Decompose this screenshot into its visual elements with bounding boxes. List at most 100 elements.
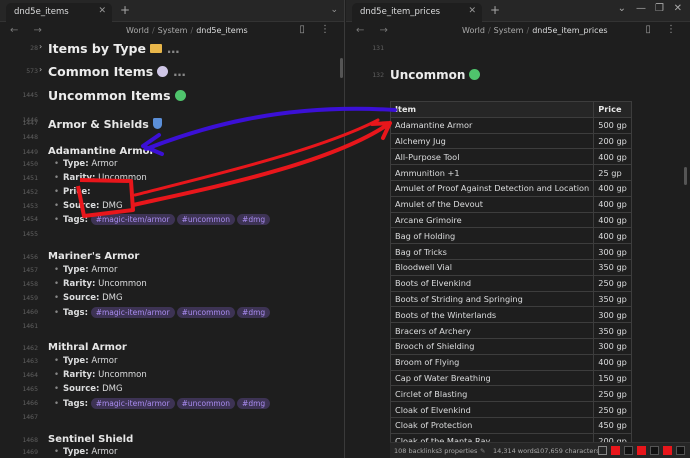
item-name-cell[interactable]: Boots of Elvenkind [389, 274, 595, 292]
item-name-cell[interactable]: Boots of the Winterlands [389, 306, 595, 324]
tag-pill[interactable]: #dmg [237, 307, 271, 318]
tab-dnd5e-item-prices[interactable]: dnd5e_item_prices ✕ [352, 3, 482, 22]
price-cell[interactable]: 500 gp [593, 116, 632, 134]
table-row[interactable]: Cloak of Elvenkind 250 gp [389, 401, 632, 418]
folded-ellipsis-icon[interactable]: … [173, 64, 186, 79]
item-name-cell[interactable]: Bag of Tricks [389, 243, 595, 260]
item-name-cell[interactable]: Ammunition +1 [389, 164, 595, 181]
status-square-icon[interactable] [598, 446, 607, 455]
table-row[interactable]: Circlet of Blasting 250 gp [389, 385, 632, 403]
black-square-icon[interactable] [624, 446, 633, 455]
item-name-cell[interactable]: Arcane Grimoire [389, 211, 595, 229]
left-scrollbar[interactable] [340, 58, 343, 78]
item-name-cell[interactable]: Brooch of Shielding [389, 337, 595, 355]
tag-pill[interactable]: #magic-item/armor [90, 214, 175, 225]
item-name-cell[interactable]: Bloodwell Vial [389, 258, 595, 276]
item-name-cell[interactable]: Cloak of Elvenkind [389, 401, 595, 418]
item-name-cell[interactable]: Cloak of Protection [389, 416, 595, 434]
price-cell[interactable]: 400 gp [593, 195, 632, 213]
item-name-cell[interactable]: Alchemy Jug [389, 132, 595, 150]
item-name-cell[interactable]: Bag of Holding [389, 227, 595, 245]
table-row[interactable]: Amulet of Proof Against Detection and Lo… [389, 179, 632, 197]
folded-ellipsis-icon[interactable]: … [167, 41, 180, 56]
tag-pill[interactable]: #dmg [237, 398, 271, 409]
fold-chevron-icon[interactable]: › [39, 42, 42, 51]
price-cell[interactable]: 250 gp [593, 274, 632, 292]
black-square-icon[interactable] [676, 446, 685, 455]
breadcrumb-system[interactable]: System [494, 26, 524, 35]
table-row[interactable]: Boots of the Winterlands 300 gp [389, 306, 632, 324]
tab-dnd5e-items[interactable]: dnd5e_items ✕ [6, 3, 112, 22]
price-cell[interactable]: 250 gp [593, 385, 632, 403]
breadcrumb-world[interactable]: World [126, 26, 149, 35]
column-header-item[interactable]: Item [389, 101, 595, 118]
price-cell[interactable]: 350 gp [593, 322, 632, 339]
price-cell[interactable]: 300 gp [593, 306, 632, 324]
table-row[interactable]: Bloodwell Vial 350 gp [389, 258, 632, 276]
red-square-icon[interactable] [663, 446, 672, 455]
table-row[interactable]: Boots of Elvenkind 250 gp [389, 274, 632, 292]
item-name-cell[interactable]: Cap of Water Breathing [389, 369, 595, 387]
tag-pill[interactable]: #magic-item/armor [90, 307, 175, 318]
red-square-icon[interactable] [611, 446, 620, 455]
breadcrumb-world[interactable]: World [462, 26, 485, 35]
price-cell[interactable]: 300 gp [593, 337, 632, 355]
tag-pill[interactable]: #uncommon [176, 214, 236, 225]
close-tab-icon[interactable]: ✕ [98, 6, 106, 16]
chevron-down-icon[interactable]: ⌄ [330, 5, 338, 15]
reading-view-icon[interactable]: ▯ ⋮ [645, 24, 682, 35]
price-cell[interactable]: 350 gp [593, 258, 632, 276]
item-name-cell[interactable]: Amulet of Proof Against Detection and Lo… [389, 179, 595, 197]
table-row[interactable]: Broom of Flying 400 gp [389, 353, 632, 371]
table-row[interactable]: Bag of Tricks 300 gp [389, 243, 632, 260]
item-name-cell[interactable]: Circlet of Blasting [389, 385, 595, 403]
price-cell[interactable]: 400 gp [593, 148, 632, 166]
nav-back-forward-icons[interactable]: ← → [356, 25, 394, 36]
right-scrollbar[interactable] [684, 167, 687, 185]
close-tab-icon[interactable]: ✕ [468, 6, 476, 16]
red-square-icon[interactable] [637, 446, 646, 455]
edit-icon[interactable]: ✎ [480, 447, 485, 455]
fold-chevron-icon[interactable]: › [39, 65, 42, 74]
reading-view-icon[interactable]: ▯ ⋮ [299, 24, 336, 35]
black-square-icon[interactable] [650, 446, 659, 455]
new-tab-icon[interactable]: + [120, 3, 130, 17]
nav-back-forward-icons[interactable]: ← → [10, 25, 48, 36]
price-cell[interactable]: 200 gp [593, 132, 632, 150]
tag-pill[interactable]: #uncommon [176, 307, 236, 318]
table-row[interactable]: Brooch of Shielding 300 gp [389, 337, 632, 355]
item-name-cell[interactable]: Boots of Striding and Springing [389, 290, 595, 308]
price-cell[interactable]: 150 gp [593, 369, 632, 387]
backlinks-count[interactable]: 108 backlinks [394, 447, 439, 455]
tag-pill[interactable]: #magic-item/armor [90, 398, 175, 409]
item-name-cell[interactable]: Bracers of Archery [389, 322, 595, 339]
table-row[interactable]: Boots of Striding and Springing 350 gp [389, 290, 632, 308]
column-header-price[interactable]: Price [593, 101, 632, 118]
table-row[interactable]: Cloak of Protection 450 gp [389, 416, 632, 434]
maximize-icon[interactable]: ❐ [655, 3, 664, 14]
table-row[interactable]: Adamantine Armor 500 gp [389, 116, 632, 134]
price-cell[interactable]: 400 gp [593, 179, 632, 197]
table-row[interactable]: Ammunition +1 25 gp [389, 164, 632, 181]
price-cell[interactable]: 250 gp [593, 401, 632, 418]
item-prices-table[interactable]: Item Price Adamantine Armor 500 gp Alchemy… [389, 101, 632, 450]
close-window-icon[interactable]: ✕ [674, 3, 682, 14]
price-cell[interactable]: 300 gp [593, 243, 632, 260]
table-row[interactable]: Arcane Grimoire 400 gp [389, 211, 632, 229]
table-row[interactable]: Bracers of Archery 350 gp [389, 322, 632, 339]
table-row[interactable]: Cap of Water Breathing 150 gp [389, 369, 632, 387]
minimize-icon[interactable]: — [636, 3, 646, 14]
new-tab-icon[interactable]: + [490, 3, 500, 17]
price-cell[interactable]: 350 gp [593, 290, 632, 308]
price-cell[interactable]: 400 gp [593, 211, 632, 229]
table-row[interactable]: Amulet of the Devout 400 gp [389, 195, 632, 213]
table-row[interactable]: Alchemy Jug 200 gp [389, 132, 632, 150]
price-cell[interactable]: 400 gp [593, 353, 632, 371]
price-cell[interactable]: 400 gp [593, 227, 632, 245]
price-cell[interactable]: 25 gp [593, 164, 632, 181]
item-name-cell[interactable]: All-Purpose Tool [389, 148, 595, 166]
chevron-down-icon[interactable]: ⌄ [618, 3, 626, 14]
breadcrumb-system[interactable]: System [158, 26, 188, 35]
table-row[interactable]: All-Purpose Tool 400 gp [389, 148, 632, 166]
item-name-cell[interactable]: Amulet of the Devout [389, 195, 595, 213]
